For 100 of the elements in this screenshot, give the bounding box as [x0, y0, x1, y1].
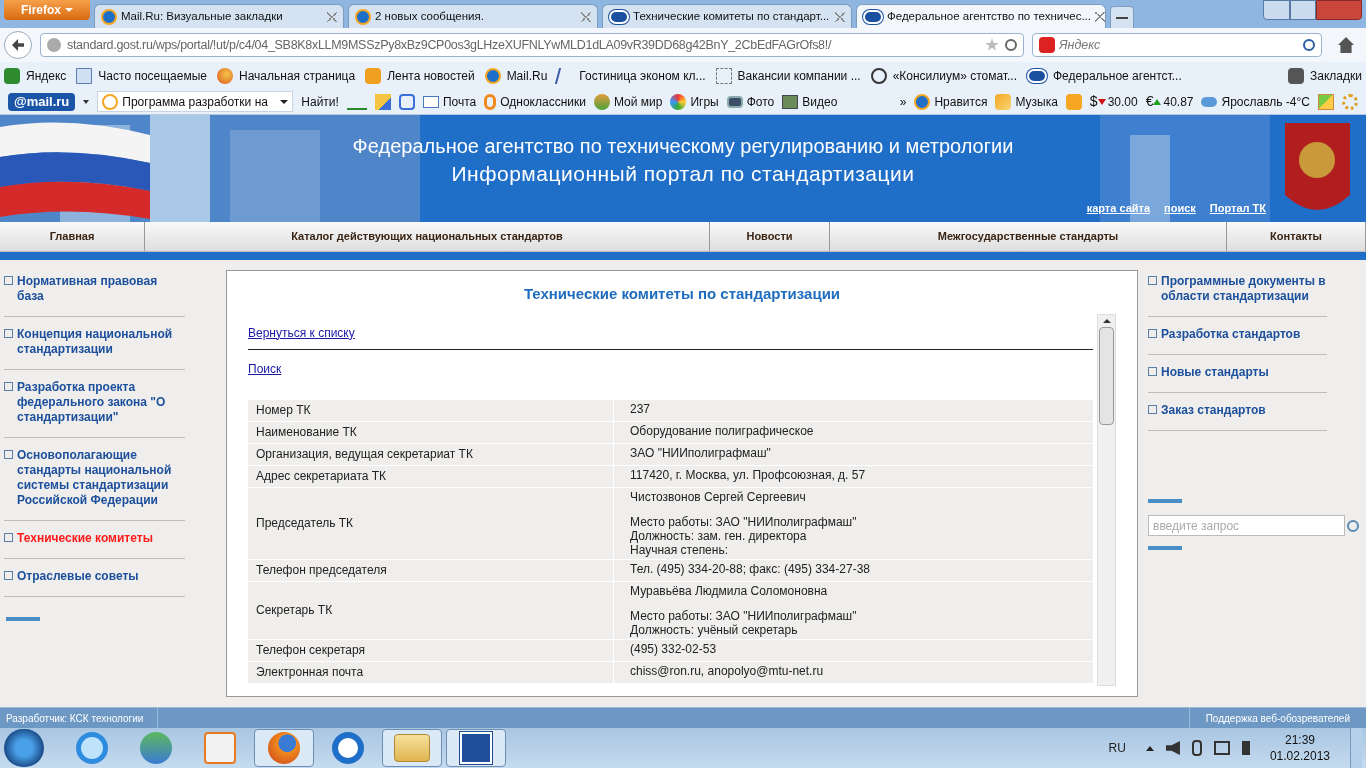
minimize-icon[interactable] — [1263, 0, 1290, 20]
find-button[interactable]: Найти! — [301, 92, 339, 111]
start-button[interactable] — [4, 729, 44, 767]
bookmark-item[interactable]: «Консилиум» стомат... — [870, 66, 1017, 85]
toolbar-link[interactable]: Фото — [726, 92, 775, 111]
bookmark-item[interactable]: Часто посещаемые — [76, 66, 207, 85]
menu-link[interactable]: Концепция национальной стандартизации — [17, 327, 185, 357]
at-icon — [102, 93, 119, 110]
pencil-icon[interactable] — [374, 93, 391, 110]
table-cell-text: Место работы: ЗАО "НИИполиграфмаш" — [630, 514, 858, 529]
menu-link[interactable]: Программные документы в области стандартизации — [1161, 274, 1327, 304]
language-indicator[interactable]: RU — [1108, 739, 1126, 757]
close-icon[interactable] — [327, 11, 337, 22]
plus-icon[interactable] — [1148, 276, 1157, 285]
magnifier-icon[interactable] — [398, 93, 415, 110]
toolbar-link[interactable]: Видео — [782, 92, 838, 111]
network-icon[interactable] — [1213, 741, 1230, 755]
header-link[interactable]: карта сайта — [1086, 199, 1151, 216]
plus-icon[interactable] — [4, 329, 13, 338]
logo-icon — [863, 9, 883, 24]
show-desktop-button[interactable] — [1350, 728, 1362, 768]
plus-icon[interactable] — [1148, 405, 1157, 414]
close-icon[interactable] — [581, 11, 591, 22]
header-link[interactable]: поиск — [1164, 199, 1196, 216]
restore-icon[interactable] — [1290, 0, 1316, 20]
plus-icon[interactable] — [4, 571, 13, 580]
toolbar-link[interactable]: Игры — [670, 92, 719, 111]
bookmark-item[interactable]: Вакансии компании ... — [715, 66, 861, 85]
nav-link[interactable]: Каталог действующих национальных стандартов — [145, 222, 710, 251]
plus-icon[interactable] — [4, 382, 13, 391]
weather-widget[interactable]: Ярославль -4°C — [1201, 92, 1310, 111]
caret-icon[interactable] — [83, 99, 90, 104]
search-link[interactable]: Поиск — [248, 361, 282, 376]
accent-bar — [1148, 546, 1182, 550]
plus-icon[interactable] — [4, 533, 13, 542]
blank-page-icon — [715, 67, 732, 84]
menu-link[interactable]: Разработка стандартов — [1161, 327, 1301, 342]
home-icon[interactable] — [1338, 37, 1354, 53]
menu-link[interactable]: Разработка проекта федерального закона "О стандартизации" — [17, 380, 185, 425]
browser-tab[interactable]: Технические комитеты по стандарт... — [602, 4, 852, 28]
bookmarks-menu[interactable]: Закладки — [1288, 66, 1362, 85]
toolbar-link[interactable]: Почта — [422, 92, 477, 111]
nav-link[interactable]: Главная — [0, 222, 145, 251]
battery-icon[interactable] — [1191, 740, 1202, 756]
scrollbar[interactable] — [1097, 313, 1116, 686]
plus-icon[interactable] — [1148, 329, 1157, 338]
toolbar-link[interactable]: Мой мир — [593, 92, 663, 111]
close-icon[interactable] — [835, 11, 845, 22]
clock-time[interactable]: 21:39 — [1284, 732, 1315, 748]
plus-icon[interactable] — [4, 276, 13, 285]
bookmark-item[interactable]: Яндекс — [4, 66, 67, 85]
search-field[interactable]: Яндекс — [1032, 33, 1322, 57]
menu-link[interactable]: Основополагающие стандарты национальной системы стандартизации Российской Федерации — [17, 448, 185, 508]
browser-tab[interactable]: Mail.Ru: Визуальные закладки — [94, 4, 344, 28]
gear-icon[interactable] — [1342, 93, 1358, 110]
menu-link[interactable]: Новые стандарты — [1161, 365, 1269, 380]
menu-link[interactable]: Нормативная правовая база — [17, 274, 185, 304]
header-link[interactable]: Портал ТК — [1209, 199, 1266, 216]
toolbar-link[interactable]: Музыка — [995, 92, 1058, 111]
search-field[interactable]: Программа разработки на — [97, 91, 294, 112]
table-cell-text: Место работы: ЗАО "НИИполиграфмаш" — [630, 608, 858, 623]
nav-link[interactable]: Новости — [710, 222, 830, 251]
taskbar-app[interactable] — [254, 729, 314, 767]
nav-link[interactable]: Межгосударственные стандарты — [830, 222, 1227, 251]
caret-icon — [65, 8, 73, 12]
tray-arrow-icon[interactable] — [1145, 745, 1154, 751]
toolbar-link[interactable]: Одноклассники — [484, 92, 586, 111]
toolbar-link[interactable]: Нравится — [914, 92, 988, 111]
plus-icon[interactable] — [1148, 367, 1157, 376]
back-icon[interactable] — [4, 31, 32, 59]
currency-rate[interactable]: € 40.87 — [1145, 91, 1194, 112]
close-icon[interactable] — [1095, 11, 1105, 22]
browser-tab[interactable]: Федеральное агентство по техничес... — [856, 4, 1106, 28]
search-icon[interactable] — [1347, 519, 1359, 532]
new-tab-icon[interactable] — [1110, 6, 1134, 28]
film-icon — [782, 94, 799, 109]
map-icon[interactable] — [1318, 93, 1334, 110]
bookmark-item[interactable]: Mail.Ru — [484, 66, 548, 85]
close-icon[interactable] — [1316, 0, 1362, 20]
bookmark-item[interactable]: Лента новостей — [365, 66, 475, 85]
currency-rate[interactable]: $ 30.00 — [1089, 91, 1138, 112]
menu-link[interactable]: Заказ стандартов — [1161, 403, 1266, 418]
taskbar-app[interactable] — [446, 729, 506, 767]
back-link[interactable]: Вернуться к списку — [248, 325, 355, 340]
bookmark-item[interactable]: Гостиница эконом кл... — [557, 66, 706, 85]
address-field[interactable]: standard.gost.ru/wps/portal/!ut/p/c4/04_SB8K8xLLM9MSSzPy8xBz9CP0os3gLHzeXUFNLYwMLD1dLA09vR39DD68g42BnY_2CbEdFAGrOfs8!/ — [40, 33, 1024, 57]
mail-logo[interactable]: @mail.ru — [8, 92, 76, 111]
overflow-chevron[interactable]: » — [899, 92, 907, 111]
speaker-icon[interactable] — [1165, 741, 1180, 755]
search-icon[interactable] — [1303, 39, 1315, 51]
reload-icon[interactable] — [1005, 39, 1017, 51]
search-input[interactable]: Яндекс — [1059, 35, 1299, 55]
bookmark-item[interactable]: Федеральное агентст... — [1027, 66, 1182, 85]
nav-link[interactable]: Контакты — [1227, 222, 1366, 251]
bookmark-item[interactable]: Начальная страница — [217, 66, 356, 85]
browser-tab[interactable]: 2 новых сообщения. — [348, 4, 598, 28]
clock-date[interactable]: 01.02.2013 — [1269, 748, 1330, 764]
menu-link[interactable]: Отраслевые советы — [17, 569, 139, 584]
plus-icon[interactable] — [4, 450, 13, 459]
search-field[interactable]: введите запрос — [1148, 515, 1345, 536]
